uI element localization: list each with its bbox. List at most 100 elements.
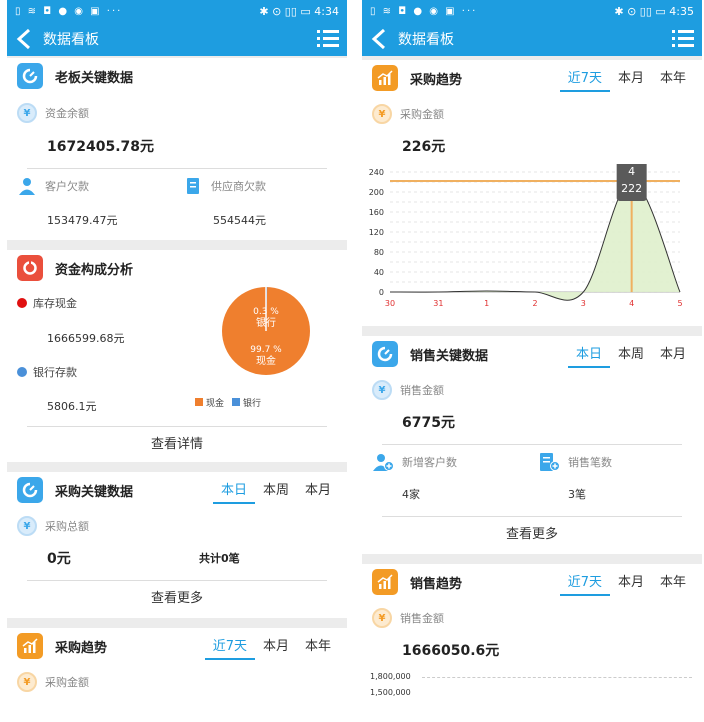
sales-amount-label: ¥ 销售金额 [372,608,444,628]
gauge-icon [17,477,43,503]
view-more-button[interactable]: 查看更多 [7,582,347,616]
tab-month[interactable]: 本月 [255,636,297,660]
divider [27,580,327,581]
period-tabs: 本日 本周 本月 [567,344,694,368]
tab-year[interactable]: 本年 [652,68,694,92]
sales-key-data-card: 销售关键数据 本日 本周 本月 ¥ 销售金额 6775元 新增客户数 销售笔数 4… [362,336,702,554]
card-title: 采购趋势 [410,72,463,88]
card-header: 老板关键数据 [7,58,347,94]
supplier-debt-label-text: 供应商欠款 [211,180,266,193]
card-title: 资金构成分析 [55,262,134,278]
view-more-button[interactable]: 查看更多 [362,518,702,552]
purchase-total-value: 0元 [47,551,71,567]
purchase-amount-label: ¥ 采购金额 [17,672,89,692]
purchase-count: 共计0笔 [199,552,240,565]
card-title: 销售趋势 [410,576,463,592]
tab-week[interactable]: 本周 [610,344,652,368]
chart-y-tick-label: 0 [379,288,384,297]
sales-orders-label-text: 销售笔数 [568,456,612,469]
status-time: ✱ ⊙ ▯▯ ▭ 4:35 [614,4,694,18]
chart-x-tick-label: 3 [581,299,586,308]
supplier-icon [187,178,199,194]
new-customers-label-text: 新增客户数 [402,456,457,469]
sales-amount-value: 6775元 [402,415,455,431]
pie-icon [17,255,43,281]
purchase-trend-chart[interactable]: 0 40 80 120 160 200 240 30 31 1 2 3 4 5 4 222 [362,164,702,324]
sales-trend-card: 销售趋势 近7天 本月 本年 ¥ 销售金额 1666050.6元 1,800,00… [362,564,702,704]
tab-today[interactable]: 本日 [567,344,610,368]
tab-month[interactable]: 本月 [652,344,694,368]
bank-label: 银行存款 [17,364,77,380]
purchase-total-label: ¥ 采购总额 [17,516,89,536]
tab-year[interactable]: 本年 [652,572,694,596]
chart-y-tick-label: 200 [369,188,384,197]
view-details-button[interactable]: 查看详情 [7,428,347,462]
period-tabs: 近7天 本月 本年 [559,68,694,92]
legend-cash-text: 现金 [206,399,225,409]
divider [27,168,327,169]
chart-x-tick-label: 1 [484,299,489,308]
purchase-trend-card: 采购趋势 近7天 本月 本年 ¥ 采购金额 [7,628,347,704]
pie-cash-name: 现金 [256,354,276,367]
customer-debt-label-text: 客户欠款 [45,180,89,193]
tab-last-7-days[interactable]: 近7天 [559,572,610,596]
sales-chart-tick: 1,800,000 [370,672,411,681]
legend-bank-text: 银行 [243,399,262,409]
gauge-icon [372,341,398,367]
menu-icon[interactable] [672,29,694,49]
tab-month[interactable]: 本月 [297,480,339,504]
add-user-icon [373,454,394,471]
yen-icon: ¥ [17,103,37,123]
card-title: 采购趋势 [55,640,108,656]
trend-icon [372,569,398,595]
tab-year[interactable]: 本年 [297,636,339,660]
purchase-amount-value: 226元 [402,139,446,155]
boss-key-data-card: 老板关键数据 ¥ 资金余额 1672405.78元 客户欠款 供应商欠款 1534… [7,58,347,240]
chart-x-tick-label: 4 [629,299,634,308]
yen-icon: ¥ [372,104,392,124]
app-bar: 数据看板 [362,22,702,56]
tab-month[interactable]: 本月 [610,572,652,596]
bank-dot [17,367,27,377]
purchase-key-data-card: 采购关键数据 本日 本周 本月 ¥ 采购总额 0元 共计0笔 查看更多 [7,472,347,618]
purchase-amount-label-text: 采购金额 [400,108,444,121]
chart-y-tick-label: 160 [369,208,384,217]
legend-cash: 现金 [195,396,224,409]
trend-icon [372,65,398,91]
chart-x-tick-label: 5 [677,299,682,308]
pie-bank-name: 银行 [256,316,276,329]
status-bar: ▯ ≋ ◘ ● ◉ ▣ ··· ✱ ⊙ ▯▯ ▭ 4:34 [7,0,347,22]
chart-x-tick-label: 30 [385,299,395,308]
fund-balance-label: ¥ 资金余额 [17,103,89,123]
tab-month[interactable]: 本月 [610,68,652,92]
chart-x-tick-label: 31 [433,299,443,308]
new-customers-value: 4家 [402,488,420,501]
tab-last-7-days[interactable]: 近7天 [559,68,610,92]
customer-debt-label: 客户欠款 [17,176,89,196]
sales-orders-label: 销售笔数 [538,452,612,472]
tab-week[interactable]: 本周 [255,480,297,504]
customer-debt-value: 153479.47元 [47,214,118,227]
back-icon[interactable] [370,28,392,50]
tab-last-7-days[interactable]: 近7天 [204,636,255,660]
tab-today[interactable]: 本日 [212,480,255,504]
chart-tooltip-x: 4 [628,165,635,178]
new-customers-label: 新增客户数 [372,452,457,472]
page-title: 数据看板 [43,32,99,48]
back-icon[interactable] [15,28,37,50]
yen-icon: ¥ [17,672,37,692]
purchase-amount-label: ¥ 采购金额 [372,104,444,124]
supplier-debt-label: 供应商欠款 [183,176,266,196]
page-title: 数据看板 [398,32,454,48]
pie-bank-pct: 0.3 % [253,307,279,317]
card-title: 老板关键数据 [55,70,134,86]
fund-pie-chart[interactable]: 0.3 % 银行 99.7 % 现金 [221,286,311,376]
phone-screen-right: ▯ ≋ ◘ ● ◉ ▣ ··· ✱ ⊙ ▯▯ ▭ 4:35 数据看板 采购趋势 … [362,0,702,704]
menu-icon[interactable] [317,29,339,49]
supplier-debt-value: 554544元 [213,214,266,227]
phone-screen-left: ▯ ≋ ◘ ● ◉ ▣ ··· ✱ ⊙ ▯▯ ▭ 4:34 数据看板 老板关键数… [7,0,347,704]
sales-amount-label-text: 销售金额 [400,384,444,397]
chart-y-tick-label: 240 [369,168,384,177]
pie-cash-pct: 99.7 % [250,345,282,355]
card-title: 采购关键数据 [55,484,134,500]
